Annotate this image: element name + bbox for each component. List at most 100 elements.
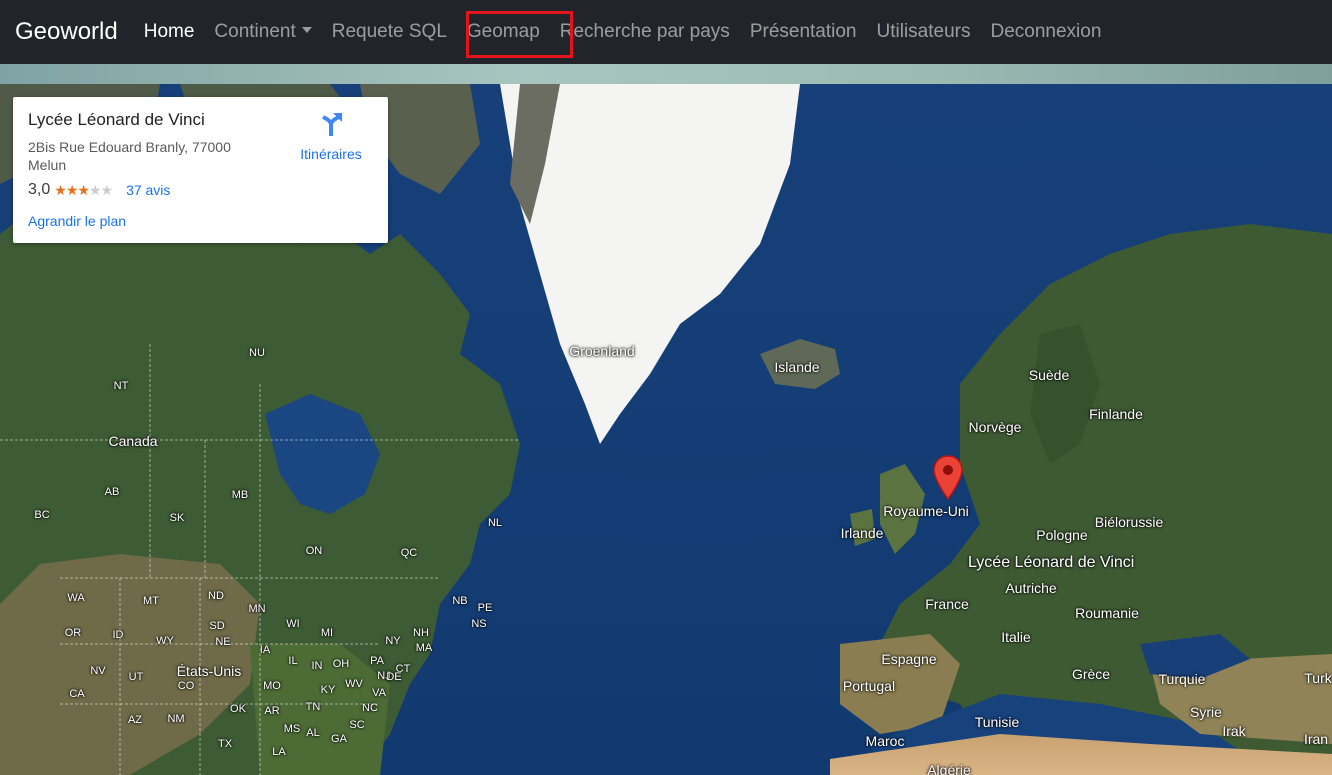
- label-state: SK: [169, 512, 185, 524]
- label-state: IN: [311, 660, 323, 672]
- label-state: MO: [263, 680, 281, 692]
- label-state: PE: [477, 602, 493, 614]
- place-info-card: Lycée Léonard de Vinci 2Bis Rue Edouard …: [13, 97, 388, 243]
- label-state: ND: [208, 590, 224, 602]
- label-state: MN: [248, 603, 266, 615]
- label-state: AR: [264, 705, 280, 717]
- label-state: WI: [286, 618, 300, 630]
- label-state: WA: [67, 592, 85, 604]
- caret-down-icon: [301, 26, 312, 33]
- label-islande: Islande: [774, 359, 820, 375]
- nav-home[interactable]: Home: [134, 0, 205, 64]
- label-state: WV: [345, 678, 363, 690]
- label-turquie: Turquie: [1158, 671, 1206, 687]
- label-state: TX: [217, 738, 233, 750]
- label-state: MA: [415, 642, 433, 654]
- label-state: NL: [487, 517, 503, 529]
- label-state: VA: [372, 687, 386, 699]
- label-state: NT: [113, 380, 129, 392]
- label-state: BC: [34, 509, 50, 521]
- label-state: IL: [288, 655, 298, 667]
- label-state: IA: [259, 644, 271, 656]
- label-groenland: Groenland: [569, 343, 635, 359]
- header-strip: [0, 64, 1332, 84]
- star-empty-icon: ★: [88, 181, 102, 198]
- label-state: AL: [306, 727, 320, 739]
- nav-menu: Home Continent Requete SQL Geomap Recher…: [134, 0, 1112, 64]
- label-state: OK: [230, 703, 246, 715]
- nav-presentation[interactable]: Présentation: [740, 0, 867, 64]
- label-grece: Grèce: [1071, 666, 1111, 682]
- nav-utilisateurs[interactable]: Utilisateurs: [867, 0, 981, 64]
- nav-requete-sql[interactable]: Requete SQL: [322, 0, 457, 64]
- star-filled-icon: ★: [77, 181, 90, 198]
- label-state: MS: [283, 723, 301, 735]
- label-finlande: Finlande: [1089, 406, 1143, 422]
- label-maroc: Maroc: [865, 733, 905, 749]
- label-irak: Irak: [1222, 723, 1246, 739]
- label-autriche: Autriche: [1005, 580, 1057, 596]
- label-state: NV: [90, 665, 106, 677]
- label-state: UT: [128, 671, 144, 683]
- rating-value: 3,0: [28, 181, 51, 198]
- label-state: NH: [413, 627, 429, 639]
- label-state: CO: [177, 680, 195, 692]
- label-state: MB: [231, 489, 249, 501]
- label-etats-unis: États-Unis: [176, 663, 242, 679]
- label-suede: Suède: [1028, 367, 1070, 383]
- nav-recherche-par-pays[interactable]: Recherche par pays: [550, 0, 740, 64]
- label-state: NB: [452, 595, 468, 607]
- label-espagne: Espagne: [881, 651, 937, 667]
- star-empty-icon: ★: [100, 181, 114, 198]
- nav-geomap[interactable]: Geomap: [457, 0, 550, 64]
- label-state: PA: [370, 655, 384, 667]
- label-bielorussie: Biélorussie: [1094, 514, 1164, 530]
- label-state: NY: [385, 635, 401, 647]
- marker-label: Lycée Léonard de Vinci: [968, 554, 1135, 571]
- star-filled-icon: ★: [65, 181, 79, 198]
- label-state: OR: [64, 627, 82, 639]
- label-turk: Turk: [1304, 670, 1332, 686]
- place-address: 2Bis Rue Edouard Branly, 77000 Melun: [28, 139, 231, 173]
- label-syrie: Syrie: [1190, 704, 1222, 720]
- label-irlande: Irlande: [840, 525, 884, 541]
- label-iran: Iran: [1303, 731, 1329, 747]
- label-france: France: [925, 596, 969, 612]
- label-state: ID: [112, 629, 124, 641]
- label-pologne: Pologne: [1036, 527, 1088, 543]
- label-state: SC: [349, 719, 365, 731]
- label-state: AZ: [127, 714, 143, 726]
- nav-continent-dropdown[interactable]: Continent: [204, 0, 321, 64]
- label-canada: Canada: [108, 433, 158, 449]
- star-filled-icon: ★: [54, 181, 67, 198]
- reviews-link[interactable]: 37 avis: [126, 182, 170, 198]
- brand-logo[interactable]: Geoworld: [15, 18, 118, 46]
- label-state: NE: [215, 636, 231, 648]
- directions-button[interactable]: Itinéraires: [297, 111, 365, 162]
- label-state: GA: [331, 733, 347, 745]
- enlarge-map-link[interactable]: Agrandir le plan: [28, 213, 126, 229]
- rating-stars-icon: ★★★★★: [54, 181, 114, 199]
- map-pin-icon[interactable]: [932, 455, 964, 501]
- label-roumanie: Roumanie: [1075, 605, 1139, 621]
- place-title: Lycée Léonard de Vinci: [28, 110, 205, 129]
- label-state: WY: [156, 635, 174, 647]
- label-state: DE: [386, 671, 402, 683]
- label-norvege: Norvège: [968, 419, 1022, 435]
- label-italie: Italie: [1001, 629, 1031, 645]
- label-state: NU: [249, 347, 265, 359]
- label-state: NS: [471, 618, 487, 630]
- label-state: MT: [143, 595, 159, 607]
- label-portugal: Portugal: [842, 678, 896, 694]
- place-rating: 3,0 ★★★★★ 37 avis: [28, 181, 170, 199]
- label-state: AB: [104, 486, 120, 498]
- label-royaume-uni: Royaume-Uni: [883, 503, 969, 519]
- label-state: NM: [167, 713, 185, 725]
- label-state: CA: [69, 688, 85, 700]
- label-state: MI: [320, 627, 334, 639]
- top-navbar: Geoworld Home Continent Requete SQL Geom…: [0, 0, 1332, 64]
- label-state: OH: [332, 658, 350, 670]
- directions-label: Itinéraires: [300, 146, 362, 162]
- nav-deconnexion[interactable]: Deconnexion: [980, 0, 1111, 64]
- directions-icon: [322, 113, 342, 136]
